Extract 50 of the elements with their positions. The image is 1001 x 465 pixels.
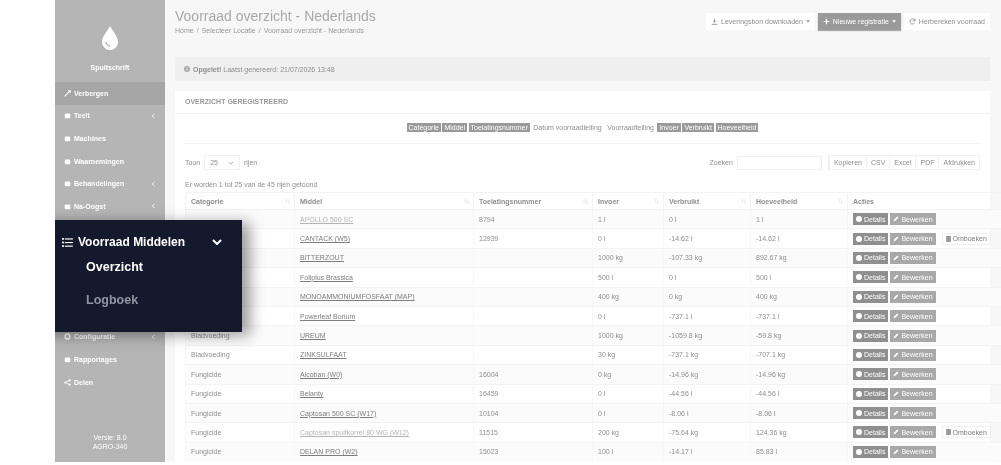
submenu-title: Voorraad Middelen bbox=[78, 235, 186, 249]
chevron-left-icon bbox=[151, 333, 155, 340]
submenu-item[interactable]: Logboek bbox=[55, 284, 242, 317]
pencil-icon bbox=[893, 332, 900, 339]
info-icon bbox=[856, 390, 862, 397]
info-icon bbox=[856, 293, 862, 300]
chevron-down-icon bbox=[212, 239, 223, 245]
info-icon bbox=[856, 332, 862, 339]
info-icon bbox=[856, 274, 862, 281]
share-icon bbox=[64, 378, 71, 386]
info-icon bbox=[856, 351, 862, 358]
info-icon bbox=[856, 371, 862, 378]
link-icon bbox=[64, 89, 71, 97]
pencil-icon bbox=[893, 274, 900, 281]
refresh-icon bbox=[908, 18, 916, 25]
pencil-icon bbox=[893, 313, 900, 320]
chevron-left-icon bbox=[151, 203, 155, 210]
pencil-icon bbox=[893, 390, 900, 397]
pencil-icon bbox=[893, 235, 900, 242]
book-icon bbox=[945, 235, 951, 242]
submenu-header[interactable]: Voorraad Middelen bbox=[55, 220, 242, 251]
info-icon bbox=[184, 66, 190, 72]
caret-icon bbox=[891, 20, 896, 23]
pencil-icon bbox=[893, 371, 900, 378]
pencil-icon bbox=[893, 448, 900, 455]
chevron-down-icon bbox=[228, 160, 234, 165]
info-icon bbox=[856, 313, 862, 320]
info-icon bbox=[856, 235, 862, 242]
pencil-icon bbox=[893, 216, 900, 223]
plus-icon bbox=[822, 18, 830, 25]
info-icon bbox=[856, 254, 862, 261]
droplet-logo-icon bbox=[100, 25, 120, 51]
book-icon bbox=[945, 429, 951, 436]
pencil-icon bbox=[893, 351, 900, 358]
chevron-left-icon bbox=[151, 180, 155, 187]
page-title: Voorraad overzicht - Nederlands bbox=[175, 8, 376, 24]
pencil-icon bbox=[893, 254, 900, 261]
info-icon bbox=[856, 448, 862, 455]
info-icon bbox=[856, 410, 862, 417]
pencil-icon bbox=[893, 429, 900, 436]
info-icon bbox=[856, 429, 862, 436]
chevron-left-icon bbox=[151, 112, 155, 119]
submenu-item[interactable]: Overzicht bbox=[55, 251, 242, 284]
download-icon bbox=[711, 18, 719, 25]
info-icon bbox=[856, 216, 862, 223]
pencil-icon bbox=[893, 410, 900, 417]
caret-icon bbox=[805, 20, 810, 23]
gear-icon bbox=[64, 333, 71, 341]
pencil-icon bbox=[893, 293, 900, 300]
list-icon bbox=[62, 237, 73, 247]
